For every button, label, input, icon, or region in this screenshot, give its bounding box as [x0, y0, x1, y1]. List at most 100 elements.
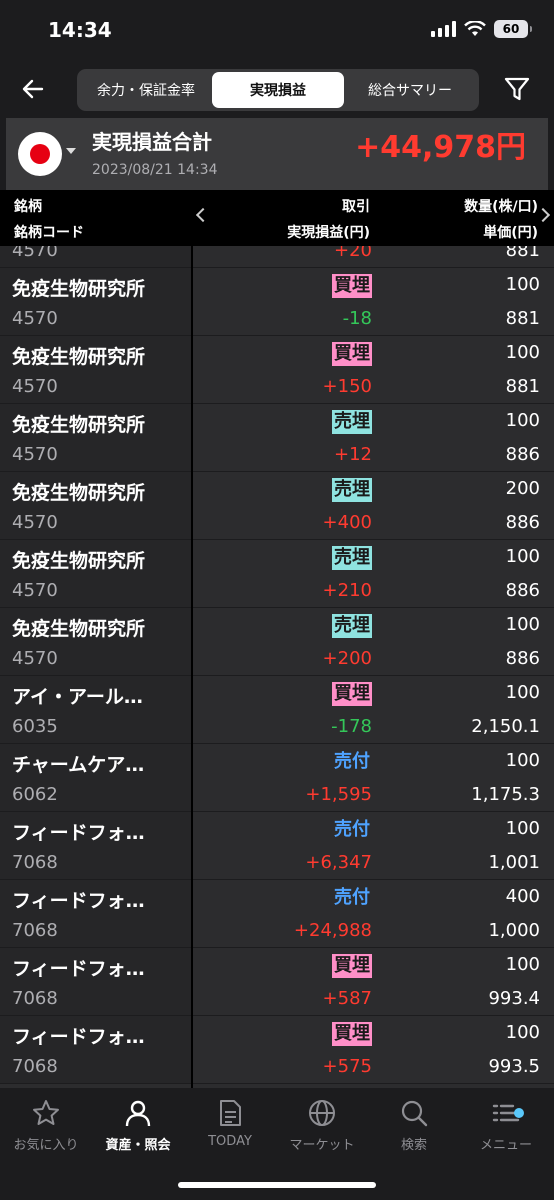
- row-trade-type: 買埋: [332, 342, 372, 366]
- pnl-summary-panel: 実現損益合計 2023/08/21 14:34 +44,978円: [6, 118, 548, 190]
- summary-title: 実現損益合計: [92, 130, 212, 154]
- header-trade: 取引: [342, 199, 370, 215]
- table-row[interactable]: 免疫生物研究所 4570 売埋 +400 200 886: [0, 472, 554, 540]
- row-pnl: -178: [331, 716, 372, 737]
- row-price: 881: [505, 376, 540, 397]
- row-code: 4570: [12, 308, 58, 329]
- row-pnl: +24,988: [293, 920, 372, 941]
- tab-today[interactable]: TODAY: [184, 1098, 276, 1158]
- status-bar: 14:34 60: [0, 0, 554, 62]
- header-qty: 数量(株/口): [464, 199, 538, 215]
- trade-list[interactable]: 4570 +20 881 免疫生物研究所 4570 買埋 -18 100 881 免疫生物研…: [0, 246, 554, 1088]
- column-headers: 銘柄 銘柄コード 取引 実現損益(円) 数量(株/口) 単価(円): [0, 190, 554, 246]
- row-pnl: +150: [322, 376, 372, 397]
- table-row-partial[interactable]: 4570 +20 881: [0, 246, 554, 268]
- row-name: 免疫生物研究所: [12, 346, 146, 368]
- row-code: 7068: [12, 988, 58, 1009]
- row-qty: 100: [505, 274, 540, 295]
- tab-realized-pnl[interactable]: 実現損益: [212, 72, 344, 108]
- row-pnl: +20: [334, 246, 372, 261]
- row-price: 1,001: [488, 852, 540, 873]
- wifi-icon: [464, 21, 486, 36]
- row-code: 4570: [12, 444, 58, 465]
- row-code: 6035: [12, 716, 58, 737]
- tab-assets[interactable]: 資産・照会: [92, 1098, 184, 1158]
- row-code: 7068: [12, 920, 58, 941]
- row-name: チャームケア…: [12, 754, 145, 776]
- row-trade-type: 売埋: [332, 546, 372, 570]
- row-code: 4570: [12, 580, 58, 601]
- chevron-right-icon[interactable]: [535, 207, 551, 223]
- japan-flag-icon[interactable]: [18, 132, 62, 176]
- table-row[interactable]: 免疫生物研究所 4570 売埋 +12 100 886: [0, 404, 554, 472]
- row-name: 免疫生物研究所: [12, 414, 146, 436]
- row-qty: 100: [505, 750, 540, 771]
- row-price: 993.5: [488, 1056, 540, 1077]
- back-arrow-icon[interactable]: [18, 74, 48, 104]
- row-trade-type: 売埋: [332, 614, 372, 638]
- row-qty: 100: [505, 954, 540, 975]
- globe-icon: [309, 1100, 335, 1126]
- row-price: 881: [505, 246, 540, 261]
- row-name: 免疫生物研究所: [12, 482, 146, 504]
- header-price: 単価(円): [483, 225, 538, 241]
- row-pnl: +575: [322, 1056, 372, 1077]
- header-name: 銘柄: [14, 199, 42, 215]
- table-row[interactable]: 免疫生物研究所 4570 売埋 +200 100 886: [0, 608, 554, 676]
- row-price: 886: [505, 648, 540, 669]
- row-name: 免疫生物研究所: [12, 618, 146, 640]
- row-qty: 100: [505, 342, 540, 363]
- tab-label: お気に入り: [13, 1138, 79, 1153]
- tab-summary[interactable]: 総合サマリー: [344, 72, 476, 108]
- cellular-signal-icon: [431, 21, 456, 37]
- document-icon: [220, 1100, 241, 1126]
- row-pnl: +12: [334, 444, 372, 465]
- chevron-left-icon[interactable]: [195, 207, 211, 223]
- row-trade-type: 売付: [334, 819, 370, 840]
- row-pnl: +1,595: [305, 784, 372, 805]
- row-price: 881: [505, 308, 540, 329]
- table-row[interactable]: フィードフォ… 7068 売付 +6,347 100 1,001: [0, 812, 554, 880]
- table-row[interactable]: チャームケア… 6062 売付 +1,595 100 1,175.3: [0, 744, 554, 812]
- row-trade-type: 売付: [334, 887, 370, 908]
- table-row[interactable]: フィードフォ… 7068 売付 +24,988 400 1,000: [0, 880, 554, 948]
- row-trade-type: 買埋: [332, 1022, 372, 1046]
- row-price: 886: [505, 444, 540, 465]
- table-row[interactable]: 免疫生物研究所 4570 売埋 +210 100 886: [0, 540, 554, 608]
- row-price: 886: [505, 580, 540, 601]
- tab-market[interactable]: マーケット: [276, 1098, 368, 1158]
- table-row[interactable]: フィードフォ… 7068 買埋 +587 100 993.4: [0, 948, 554, 1016]
- search-icon: [401, 1100, 428, 1127]
- row-pnl: +400: [322, 512, 372, 533]
- tab-label: マーケット: [289, 1138, 355, 1153]
- status-icons: 60: [431, 20, 532, 38]
- row-price: 1,000: [488, 920, 540, 941]
- row-price: 993.4: [488, 988, 540, 1009]
- tab-label: 検索: [400, 1138, 427, 1153]
- table-row[interactable]: 免疫生物研究所 4570 買埋 -18 100 881: [0, 268, 554, 336]
- row-name: フィードフォ…: [12, 822, 145, 844]
- row-name: アイ・アール…: [12, 686, 143, 708]
- tab-margin[interactable]: 余力・保証金率: [80, 72, 212, 108]
- row-qty: 100: [505, 614, 540, 635]
- segmented-tabs: 余力・保証金率 実現損益 総合サマリー: [77, 69, 479, 111]
- chevron-down-icon[interactable]: [66, 148, 76, 154]
- summary-date: 2023/08/21 14:34: [92, 162, 218, 178]
- tab-menu[interactable]: メニュー: [460, 1098, 552, 1158]
- tab-search[interactable]: 検索: [368, 1098, 460, 1158]
- row-qty: 100: [505, 1022, 540, 1043]
- row-price: 1,175.3: [471, 784, 540, 805]
- row-pnl: +6,347: [305, 852, 372, 873]
- table-row[interactable]: アイ・アール… 6035 買埋 -178 100 2,150.1: [0, 676, 554, 744]
- row-price: 886: [505, 512, 540, 533]
- home-indicator[interactable]: [178, 1182, 376, 1188]
- row-name: フィードフォ…: [12, 958, 145, 980]
- table-row[interactable]: 免疫生物研究所 4570 買埋 +150 100 881: [0, 336, 554, 404]
- table-row[interactable]: フィードフォ… 7068 買埋 +575 100 993.5: [0, 1016, 554, 1084]
- row-trade-type: 売埋: [332, 478, 372, 502]
- tab-favorites[interactable]: お気に入り: [0, 1098, 92, 1158]
- filter-icon[interactable]: [502, 74, 532, 104]
- header-code: 銘柄コード: [14, 225, 84, 241]
- row-trade-type: 買埋: [332, 682, 372, 706]
- row-trade-type: 買埋: [332, 954, 372, 978]
